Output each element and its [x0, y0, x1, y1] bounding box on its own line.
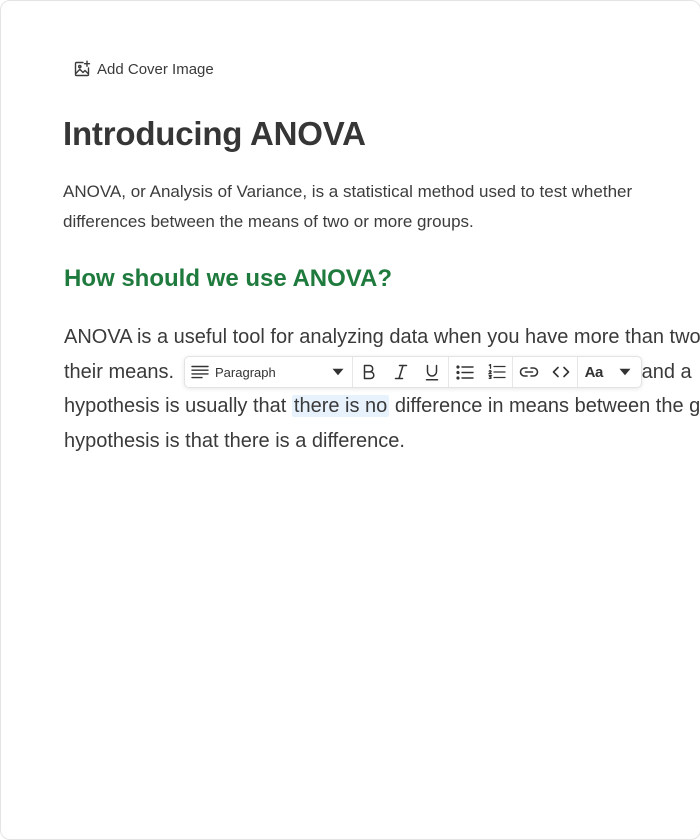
document-title[interactable]: Introducing ANOVA: [63, 115, 366, 153]
italic-button[interactable]: [385, 357, 417, 387]
chevron-down-icon: [332, 368, 344, 376]
intro-line: differences between the means of two or …: [63, 212, 474, 231]
bold-button[interactable]: [353, 357, 385, 387]
body-line-text: difference in means between the groups: [394, 395, 700, 418]
code-icon: [552, 366, 570, 378]
underline-button[interactable]: [416, 357, 448, 387]
bullet-list-icon: [456, 364, 474, 380]
body-line-text: their means.: [64, 360, 175, 383]
block-type-dropdown[interactable]: Paragraph: [185, 357, 354, 387]
selected-text[interactable]: there is no: [291, 395, 390, 418]
numbered-list-icon: [487, 364, 506, 380]
numbered-list-button[interactable]: [481, 357, 513, 387]
body-line: hypothesis is usually that there is no d…: [64, 389, 700, 424]
add-cover-image-button[interactable]: Add Cover Image: [73, 58, 214, 80]
font-size-label: Aa: [584, 363, 604, 381]
formatting-toolbar: Paragraph Aa: [184, 356, 642, 388]
bullet-list-button[interactable]: [449, 357, 481, 387]
body-line-text: and a: [636, 360, 692, 383]
block-type-label: Paragraph: [215, 364, 276, 380]
underline-icon: [425, 364, 439, 381]
font-size-dropdown[interactable]: Aa: [578, 357, 641, 387]
body-line: hypothesis is that there is a difference…: [64, 430, 405, 453]
add-image-icon: [73, 60, 91, 78]
intro-line: ANOVA, or Analysis of Variance, is a sta…: [63, 182, 633, 201]
code-button[interactable]: [545, 357, 577, 387]
add-cover-image-label: Add Cover Image: [97, 60, 214, 78]
editor-page: Add Cover Image Introducing ANOVA ANOVA,…: [0, 0, 700, 840]
link-button[interactable]: [513, 357, 545, 387]
bold-icon: [362, 364, 376, 380]
link-icon: [519, 366, 539, 378]
paragraph-icon: [191, 365, 209, 379]
body-line: ANOVA is a useful tool for analyzing dat…: [64, 326, 700, 348]
body-line-text: hypothesis is usually that: [64, 395, 292, 418]
chevron-down-icon: [619, 368, 631, 376]
body-paragraph[interactable]: ANOVA is a useful tool for analyzing dat…: [64, 320, 700, 459]
italic-icon: [394, 364, 408, 380]
intro-paragraph[interactable]: ANOVA, or Analysis of Variance, is a sta…: [63, 177, 632, 237]
section-heading[interactable]: How should we use ANOVA?: [64, 265, 392, 293]
